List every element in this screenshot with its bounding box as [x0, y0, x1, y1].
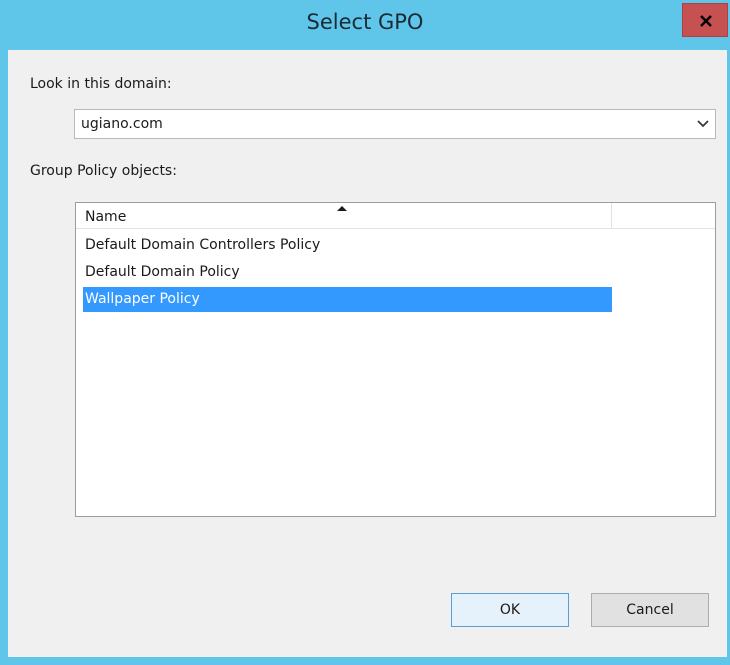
column-header-name[interactable]: Name: [76, 203, 612, 228]
domain-label: Look in this domain:: [30, 76, 172, 92]
sort-ascending-icon: [337, 206, 347, 211]
list-header: Name: [76, 203, 715, 229]
list-item-label: Default Domain Controllers Policy: [85, 237, 321, 253]
list-item[interactable]: Default Domain Controllers Policy: [83, 233, 612, 258]
gpo-list-label: Group Policy objects:: [30, 163, 177, 179]
list-item-label: Wallpaper Policy: [85, 291, 200, 307]
select-gpo-dialog: Select GPO Look in this domain: ugiano.c…: [0, 0, 730, 665]
list-item-label: Default Domain Policy: [85, 264, 240, 280]
close-button[interactable]: [682, 3, 728, 37]
domain-dropdown[interactable]: ugiano.com: [74, 109, 716, 139]
gpo-listview[interactable]: Name Default Domain Controllers Policy D…: [75, 202, 716, 517]
column-header-label: Name: [85, 209, 127, 225]
chevron-down-icon: [697, 120, 709, 128]
list-item-selected[interactable]: Wallpaper Policy: [83, 287, 612, 312]
ok-button[interactable]: OK: [451, 593, 569, 627]
title-bar[interactable]: Select GPO: [0, 0, 730, 50]
window-title: Select GPO: [306, 10, 424, 34]
list-item[interactable]: Default Domain Policy: [83, 260, 612, 285]
domain-value: ugiano.com: [81, 116, 163, 132]
close-icon: [700, 15, 712, 27]
cancel-button[interactable]: Cancel: [591, 593, 709, 627]
dialog-body: Look in this domain: ugiano.com Group Po…: [8, 50, 727, 657]
